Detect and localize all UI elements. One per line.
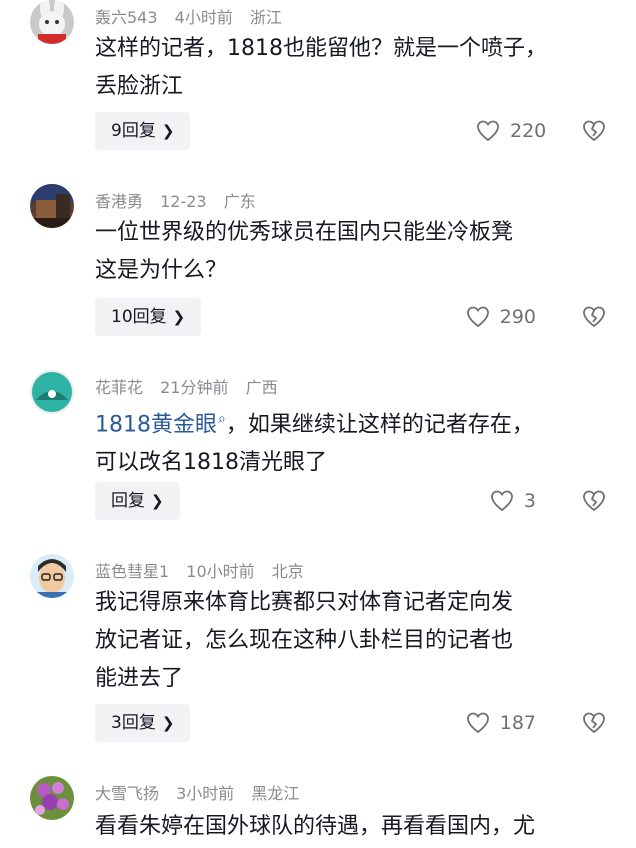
avatar[interactable] — [30, 0, 74, 44]
view-replies-button[interactable]: 3回复 ❯ — [95, 704, 191, 742]
timestamp: 21分钟前 — [160, 378, 229, 397]
like-count: 290 — [499, 306, 536, 328]
comment-meta: 香港勇 12-23 广东 — [95, 188, 268, 212]
chevron-right-icon: ❯ — [161, 122, 175, 140]
like-button[interactable]: 290 — [466, 298, 536, 336]
broken-heart-icon — [583, 712, 605, 734]
broken-heart-icon — [583, 490, 605, 512]
dislike-button[interactable] — [582, 704, 606, 742]
heart-icon — [477, 120, 499, 142]
broken-heart-icon — [583, 306, 605, 328]
chevron-right-icon: ❯ — [161, 714, 175, 732]
avatar[interactable] — [30, 554, 74, 598]
timestamp: 12-23 — [160, 192, 207, 211]
search-icon: ⌕ — [218, 411, 226, 427]
view-replies-button[interactable]: 9回复 ❯ — [95, 112, 191, 150]
username[interactable]: 大雪飞扬 — [95, 784, 159, 803]
like-count: 187 — [499, 712, 536, 734]
comment-meta: 轰六543 4小时前 浙江 — [95, 4, 294, 28]
location: 浙江 — [249, 8, 282, 27]
username[interactable]: 轰六543 — [95, 8, 158, 27]
dislike-button[interactable] — [582, 112, 606, 150]
reply-button[interactable]: 回复 ❯ — [95, 482, 180, 520]
like-button[interactable]: 220 — [476, 112, 556, 150]
heart-icon — [491, 490, 513, 512]
timestamp: 10小时前 — [186, 562, 255, 581]
comment-text: 看看朱婷在国外球队的待遇，再看看国内，尤 — [95, 814, 536, 839]
mention-link[interactable]: 1818黄金眼 — [95, 412, 217, 437]
comment-text: 这样的记者，1818也能留他？就是一个喷子， 丢脸浙江 — [95, 36, 547, 99]
comment-text: 我记得原来体育比赛都只对体育记者定向发 放记者证，怎么现在这种八卦栏目的记者也 … — [95, 590, 514, 691]
timestamp: 4小时前 — [174, 8, 233, 27]
location: 黑龙江 — [251, 784, 300, 803]
like-count: 220 — [510, 120, 547, 142]
location: 北京 — [271, 562, 304, 581]
chevron-right-icon: ❯ — [172, 308, 186, 326]
avatar[interactable] — [30, 184, 74, 228]
username[interactable]: 蓝色彗星1 — [95, 562, 169, 581]
comment-meta: 花菲花 21分钟前 广西 — [95, 374, 290, 398]
timestamp: 3小时前 — [176, 784, 235, 803]
username[interactable]: 花菲花 — [95, 378, 143, 397]
dislike-button[interactable] — [582, 298, 606, 336]
username[interactable]: 香港勇 — [95, 192, 143, 211]
comment-text: 1818黄金眼⌕，如果继续让这样的记者存在， 可以改名1818清光眼了 — [95, 411, 534, 476]
location: 广东 — [223, 192, 256, 211]
avatar[interactable] — [30, 370, 74, 414]
view-replies-button[interactable]: 10回复 ❯ — [95, 298, 202, 336]
chevron-right-icon: ❯ — [151, 492, 164, 510]
like-count: 3 — [523, 490, 536, 512]
comment-meta: 大雪飞扬 3小时前 黑龙江 — [95, 780, 311, 804]
comment-text: 一位世界级的优秀球员在国内只能坐冷板凳 这是为什么？ — [95, 220, 514, 283]
heart-icon — [466, 306, 489, 328]
broken-heart-icon — [583, 120, 605, 142]
location: 广西 — [245, 378, 278, 397]
heart-icon — [466, 712, 489, 734]
like-button[interactable]: 187 — [466, 704, 536, 742]
avatar[interactable] — [30, 776, 74, 820]
dislike-button[interactable] — [582, 482, 606, 520]
comment-meta: 蓝色彗星1 10小时前 北京 — [95, 558, 316, 582]
like-button[interactable]: 3 — [490, 482, 536, 520]
